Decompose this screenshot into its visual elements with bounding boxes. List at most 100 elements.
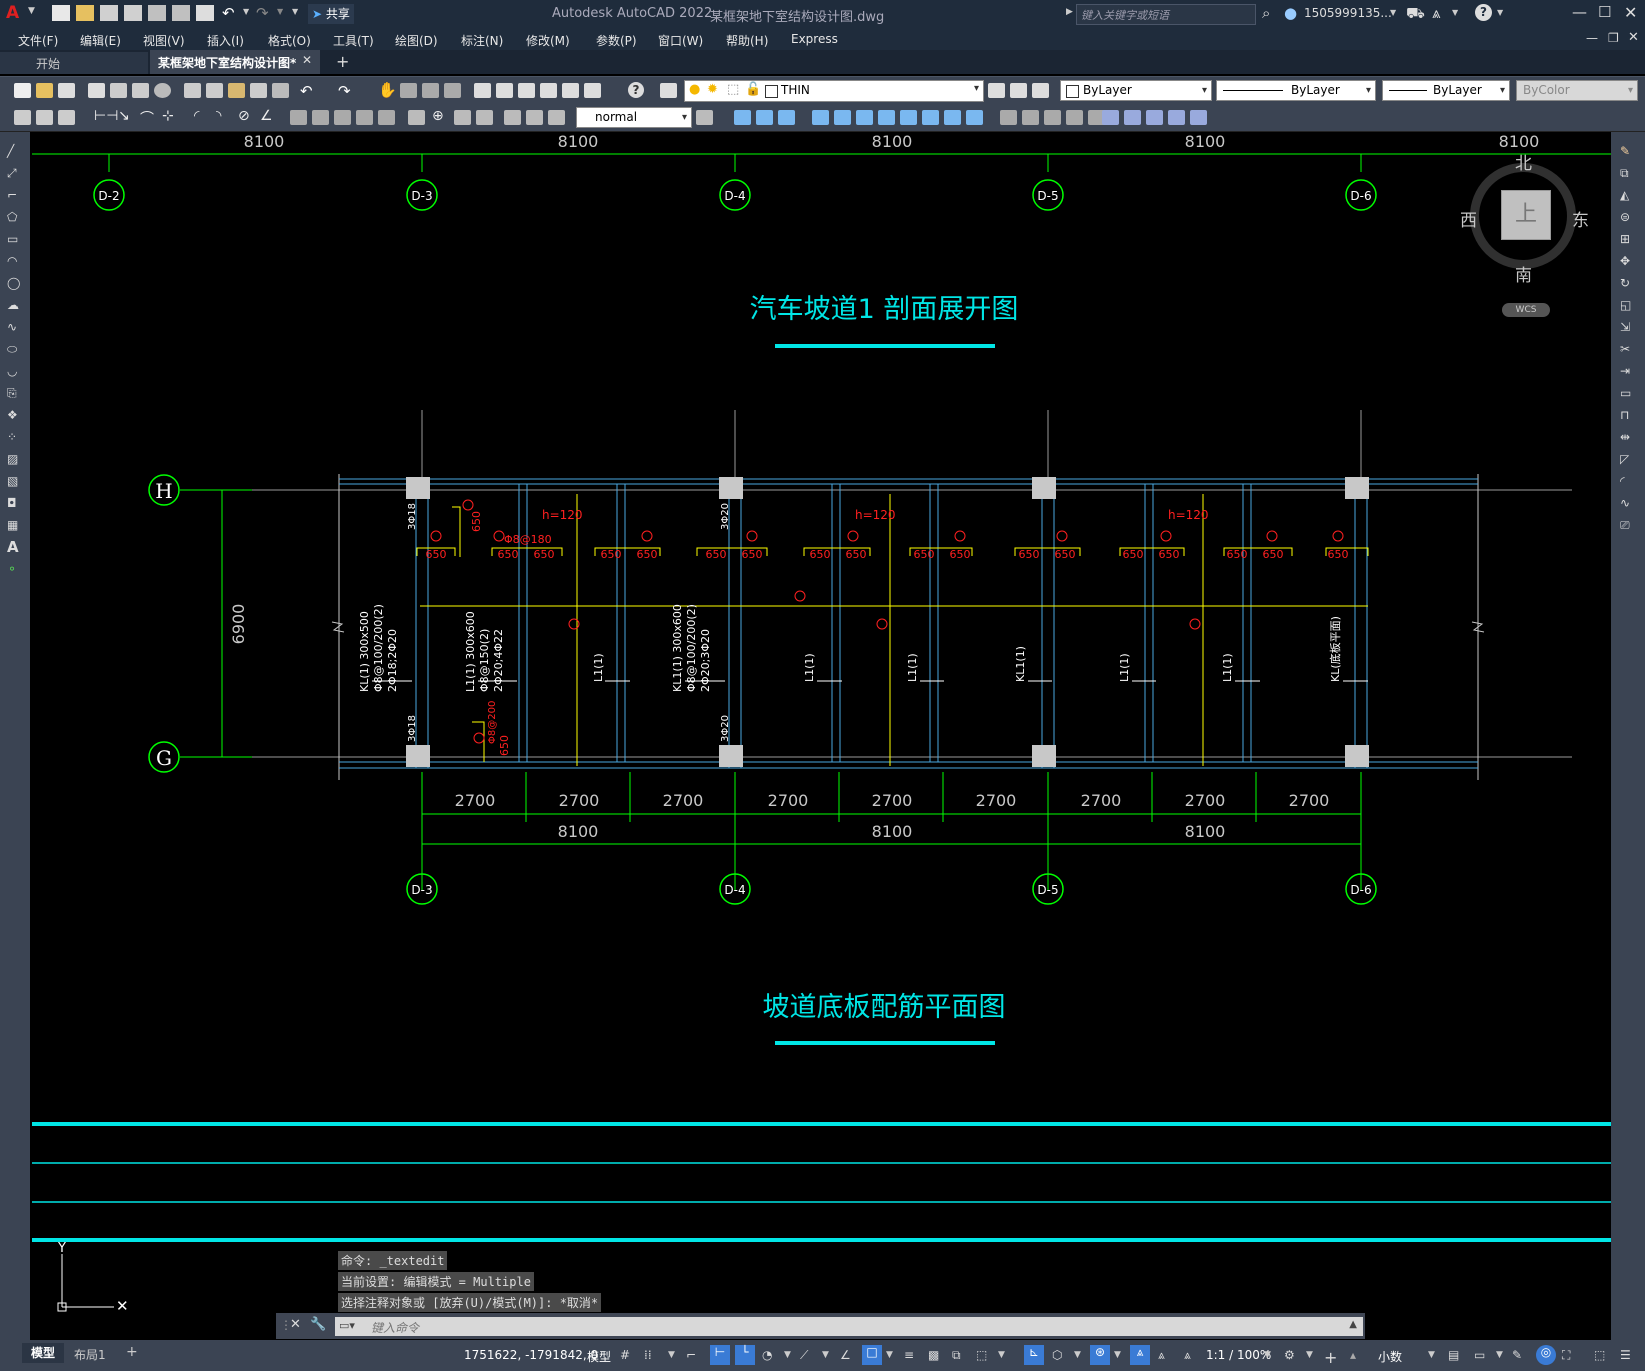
dynamic-input-icon[interactable]: ⊢ [710,1345,730,1365]
dimstyle-dropdown[interactable]: normal ▾ [576,107,692,128]
units-value[interactable]: 小数 [1378,1348,1402,1365]
view-icon-1[interactable] [734,110,751,125]
properties-icon[interactable] [474,83,491,98]
app-menu-arrow-icon[interactable]: ▼ [28,6,35,16]
quick-properties-icon[interactable]: ▤ [1448,1348,1464,1363]
tolerance-icon[interactable] [408,110,425,125]
view-icon-3[interactable] [778,110,795,125]
add-layout-icon[interactable]: + [126,1344,138,1360]
doc-minimize-icon[interactable]: — [1586,31,1598,45]
ucs-icon-2[interactable] [1124,110,1141,125]
menu-modify[interactable]: 修改(M) [526,32,570,49]
ucs-icon-1[interactable] [1102,110,1119,125]
menu-file[interactable]: 文件(F) [18,32,58,49]
annotation-scale-icon[interactable]: ⩓ [1184,1348,1200,1363]
undo-icon[interactable]: ↶ [222,4,235,22]
insert-block-icon[interactable]: ⎘ [7,386,23,400]
menu-window[interactable]: 窗口(W) [658,32,703,49]
isodraft-icon[interactable]: ⟋ [800,1348,816,1363]
dim-baseline-icon[interactable] [312,110,329,125]
viewcube-east[interactable]: 东 [1572,206,1589,231]
grid-icon[interactable]: # [620,1348,636,1363]
dimstyle-manager-icon[interactable] [696,110,713,125]
snap-dropdown-icon[interactable]: ▼ [668,1350,684,1365]
ellipse-icon[interactable]: ⬭ [7,342,23,356]
view-icon-9[interactable] [922,110,939,125]
lineweight-icon[interactable]: ≡ [904,1348,920,1363]
copy-object-icon[interactable]: ⧉ [1620,166,1629,181]
search-icon[interactable]: ⌕ [1262,4,1270,22]
circle-icon[interactable]: ◯ [7,276,23,290]
search-input[interactable]: 键入关键字或短语 [1076,4,1256,25]
otrack-icon[interactable]: ∠ [840,1348,856,1363]
annotation-scale-dropdown-icon[interactable]: ▼ [1264,1350,1280,1365]
undo-dropdown-icon[interactable]: ▼ [243,7,249,16]
publish-icon[interactable] [132,83,149,98]
user-dropdown-icon[interactable]: ▼ [1390,8,1396,17]
cart-icon[interactable]: ⛟ [1406,4,1425,24]
layer-state-icon[interactable] [1032,83,1049,98]
redo-dropdown-icon[interactable]: ▼ [277,7,283,16]
layer-previous-icon[interactable] [1010,83,1027,98]
help-dropdown-icon[interactable]: ▼ [1497,8,1503,17]
add-selected-icon[interactable]: ⚬ [7,562,23,576]
view-icon-5[interactable] [834,110,851,125]
selection-cycling-icon[interactable]: ⧉ [952,1348,968,1363]
join-icon[interactable]: ⇹ [1620,430,1630,444]
isodraft-dropdown-icon[interactable]: ▼ [822,1350,838,1365]
chamfer-icon[interactable]: ◸ [1620,452,1629,466]
customize-status-icon[interactable]: ☰ [1620,1348,1636,1363]
dimedit-icon[interactable] [504,110,521,125]
osnap-dropdown-icon[interactable]: ▼ [886,1350,902,1365]
plot-icon[interactable] [196,5,214,21]
dim-linear-icon[interactable]: ⊢⊣ [94,108,118,124]
visual-style-icon-2[interactable] [1022,110,1039,125]
wcs-button[interactable]: WCS [1502,303,1550,317]
redo-icon[interactable]: ↷ [256,4,269,22]
construction-line-icon[interactable]: ⤢ [7,166,23,180]
dim-break-icon[interactable] [378,110,395,125]
inspect-icon[interactable] [454,110,471,125]
view-icon-10[interactable] [944,110,961,125]
user-name[interactable]: 1505999135... [1304,6,1392,20]
menu-format[interactable]: 格式(O) [268,32,311,49]
lock-ui-icon[interactable]: ▭ [1474,1348,1490,1363]
ucs-icon-5[interactable] [1190,110,1207,125]
tb2-icon-3[interactable] [58,110,75,125]
web-open-icon[interactable] [148,5,166,21]
isolate-objects-icon[interactable]: ✎ [1512,1348,1528,1363]
view-icon-7[interactable] [878,110,895,125]
pan-icon[interactable]: ✋ [378,81,397,99]
qnew-icon[interactable] [14,83,31,98]
qdim-icon[interactable] [290,110,307,125]
annotation-visibility-icon[interactable]: ⩓ [1130,1345,1150,1365]
tb2-icon-1[interactable] [14,110,31,125]
paste-icon[interactable] [228,83,245,98]
designcenter-icon[interactable] [496,83,513,98]
menu-express[interactable]: Express [791,32,838,46]
visual-style-icon-3[interactable] [1044,110,1061,125]
dimupdate-icon[interactable] [548,110,565,125]
mirror-icon[interactable]: ◭ [1620,188,1629,202]
trim-icon[interactable]: ✂ [1620,342,1630,356]
extend-icon[interactable]: ⇥ [1620,364,1630,378]
menu-view[interactable]: 视图(V) [143,32,185,49]
gizmo-dropdown-icon[interactable]: ▼ [1114,1350,1130,1365]
gizmo-icon[interactable]: ⊛ [1090,1345,1110,1365]
break-icon[interactable]: ⊓ [1620,408,1629,422]
hardware-accel-icon[interactable]: ◎ [1536,1345,1556,1365]
region-icon[interactable]: ◘ [7,496,23,510]
move-icon[interactable]: ✥ [1620,254,1630,268]
cmd-settings-icon[interactable]: 🔧 [310,1317,326,1332]
make-block-icon[interactable]: ❖ [7,408,23,422]
visual-style-icon-1[interactable] [1000,110,1017,125]
viewcube-south[interactable]: 南 [1515,261,1532,286]
matchprop-icon[interactable] [250,83,267,98]
3d-osnap-icon[interactable]: ⬚ [976,1348,992,1363]
layer-properties-icon[interactable] [660,83,677,98]
undo-tb-icon[interactable]: ↶ [300,82,313,100]
lock-ui-dropdown-icon[interactable]: ▼ [1496,1350,1512,1365]
auto-scale-icon[interactable]: ⩓ [1158,1348,1174,1363]
zoom-realtime-icon[interactable] [400,83,417,98]
view-icon-2[interactable] [756,110,773,125]
